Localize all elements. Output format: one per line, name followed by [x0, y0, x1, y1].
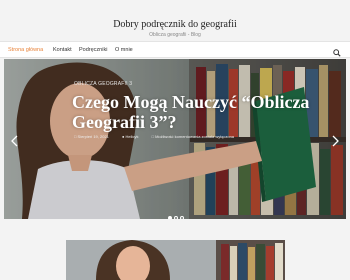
- nav-item-about[interactable]: O mnie: [115, 47, 133, 53]
- slider-pagination: [168, 207, 186, 219]
- slider-dot[interactable]: [168, 216, 172, 219]
- site-header: Dobry podręcznik do geografii Oblicza ge…: [0, 0, 350, 41]
- slide-date: □ Sierpień 19, 2021: [74, 134, 109, 139]
- site-tagline: Oblicza geografii - Blog: [149, 32, 201, 38]
- nav-item-textbooks[interactable]: Podręczniki: [79, 47, 107, 53]
- slide-meta: □ Sierpień 19, 2021 ● Hellcyk □ Możliwoś…: [74, 134, 246, 139]
- site-title[interactable]: Dobry podręcznik do geografii: [0, 19, 350, 30]
- slide-title[interactable]: Czego Mogą Nauczyć “Oblicza Geografii 3”…: [72, 92, 322, 132]
- slider-dot[interactable]: [174, 216, 178, 219]
- search-icon[interactable]: [332, 45, 342, 57]
- post-thumbnail-image[interactable]: [66, 240, 285, 280]
- slide-background-image: [4, 59, 346, 219]
- featured-slider: OBLICZA GEOGRAFII 3 Czego Mogą Nauczyć “…: [4, 59, 346, 219]
- nav-item-home[interactable]: Strona główna: [8, 47, 43, 53]
- nav-item-contact[interactable]: Kontakt: [53, 47, 72, 53]
- slide-author[interactable]: ● Hellcyk: [122, 134, 144, 139]
- chevron-left-icon[interactable]: [10, 134, 20, 147]
- slide-comments: □ Możliwość komentowania została wyłączo…: [151, 134, 235, 139]
- slide-category[interactable]: OBLICZA GEOGRAFII 3: [74, 81, 132, 87]
- slide-comments-text: Możliwość komentowania została wyłączona: [155, 134, 235, 139]
- slide-date-text: Sierpień 19, 2021: [77, 134, 109, 139]
- chevron-right-icon[interactable]: [330, 134, 340, 147]
- main-navigation: Strona główna Kontakt Podręczniki O mnie: [0, 41, 350, 58]
- post-thumbnail-photo: [66, 240, 285, 280]
- slide-author-text[interactable]: Hellcyk: [126, 134, 139, 139]
- slider-dot[interactable]: [180, 216, 184, 219]
